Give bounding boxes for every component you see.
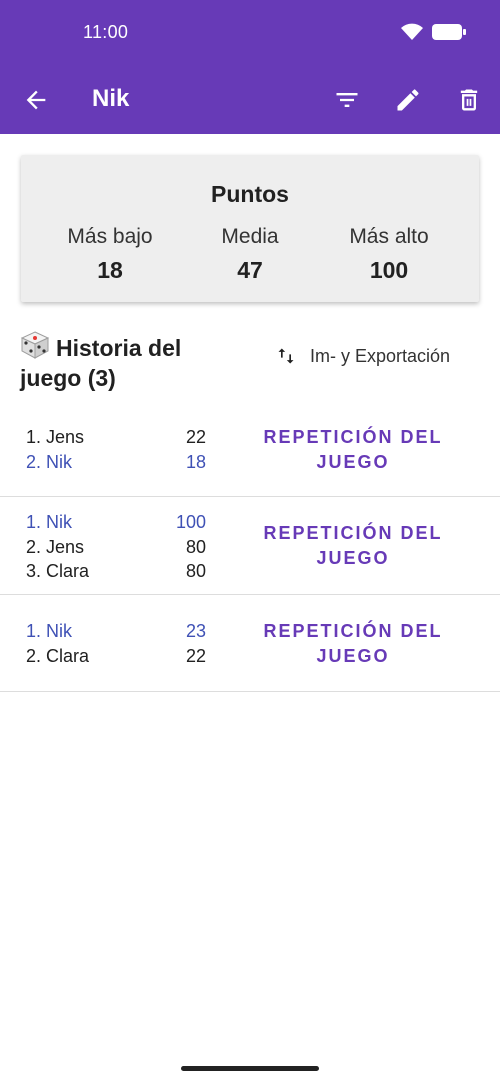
player-entry: 1. Nik 23 <box>26 619 206 644</box>
player-entry: 2. Jens 80 <box>26 535 206 560</box>
player-name: 2. Nik <box>26 451 73 472</box>
replay-label-line2: JUEGO <box>316 548 390 568</box>
battery-icon <box>432 24 466 40</box>
player-score: 100 <box>175 512 206 532</box>
game-row: 1. Nik 23 2. Clara 22 REPETICIÓN DEL JUE… <box>0 595 500 692</box>
average-stat: Media 47 <box>175 225 325 284</box>
replay-label-line1: REPETICIÓN DEL <box>263 621 443 641</box>
highest-value: 100 <box>369 257 409 283</box>
replay-game-button[interactable]: REPETICIÓN DEL JUEGO <box>246 619 460 669</box>
app-bar: 11:00 Nik <box>0 0 500 134</box>
import-export-label: Im- y Exportación <box>310 345 451 366</box>
game-entries: 1. Nik 100 2. Jens 80 3. Clara 80 <box>26 510 206 584</box>
player-entry: 1. Jens 22 <box>26 425 206 450</box>
game-row: 1. Nik 100 2. Jens 80 3. Clara 80 REPETI… <box>0 497 500 595</box>
player-entry: 2. Nik 18 <box>26 450 206 475</box>
swap-vertical-icon <box>278 348 294 364</box>
replay-game-button[interactable]: REPETICIÓN DEL JUEGO <box>246 521 460 571</box>
edit-icon[interactable] <box>394 86 422 114</box>
dice-icon <box>20 331 50 359</box>
lowest-value: 18 <box>97 257 123 283</box>
player-score: 18 <box>185 451 206 472</box>
player-name: 1. Nik <box>26 512 73 532</box>
player-entry: 1. Nik 100 <box>26 510 206 535</box>
replay-label-line2: JUEGO <box>316 452 390 472</box>
highest-label: Más alto <box>349 225 429 248</box>
lowest-stat: Más bajo 18 <box>35 225 185 284</box>
player-score: 80 <box>185 536 206 557</box>
replay-label-line2: JUEGO <box>316 646 390 666</box>
average-value: 47 <box>237 257 263 283</box>
history-title: Historia del juego (3) <box>20 331 240 393</box>
lowest-label: Más bajo <box>67 225 153 248</box>
average-label: Media <box>221 225 279 248</box>
points-title: Puntos <box>211 181 289 207</box>
wifi-icon <box>401 23 423 40</box>
player-name: 1. Nik <box>26 621 73 641</box>
filter-icon[interactable] <box>333 86 361 114</box>
import-export-button[interactable]: Im- y Exportación <box>276 345 450 367</box>
player-name: 1. Jens <box>26 427 85 447</box>
page-title: Nik <box>92 85 130 112</box>
player-entry: 2. Clara 22 <box>26 644 206 669</box>
toolbar: Nik <box>0 72 500 128</box>
home-indicator[interactable] <box>181 1066 319 1071</box>
replay-label-line1: REPETICIÓN DEL <box>263 427 443 447</box>
player-score: 22 <box>185 645 206 666</box>
player-name: 2. Jens <box>26 536 85 557</box>
status-icons <box>400 22 466 42</box>
game-entries: 1. Nik 23 2. Clara 22 <box>26 619 206 668</box>
player-name: 2. Clara <box>26 645 90 666</box>
replay-label-line1: REPETICIÓN DEL <box>263 523 443 543</box>
history-title-line1: Historia del <box>56 335 182 361</box>
game-entries: 1. Jens 22 2. Nik 18 <box>26 425 206 474</box>
player-score: 22 <box>185 427 206 447</box>
player-entry: 3. Clara 80 <box>26 559 206 584</box>
highest-stat: Más alto 100 <box>314 225 464 284</box>
delete-icon[interactable] <box>455 86 483 114</box>
player-score: 80 <box>185 561 206 581</box>
points-card: Puntos Más bajo 18 Media 47 Más alto 100 <box>21 155 479 302</box>
back-arrow-icon[interactable] <box>22 86 50 114</box>
history-title-line2: juego (3) <box>20 365 116 391</box>
replay-game-button[interactable]: REPETICIÓN DEL JUEGO <box>246 425 460 475</box>
game-row: 1. Jens 22 2. Nik 18 REPETICIÓN DEL JUEG… <box>0 399 500 497</box>
status-time: 11:00 <box>83 22 129 42</box>
player-name: 3. Clara <box>26 561 90 581</box>
player-score: 23 <box>185 621 206 641</box>
